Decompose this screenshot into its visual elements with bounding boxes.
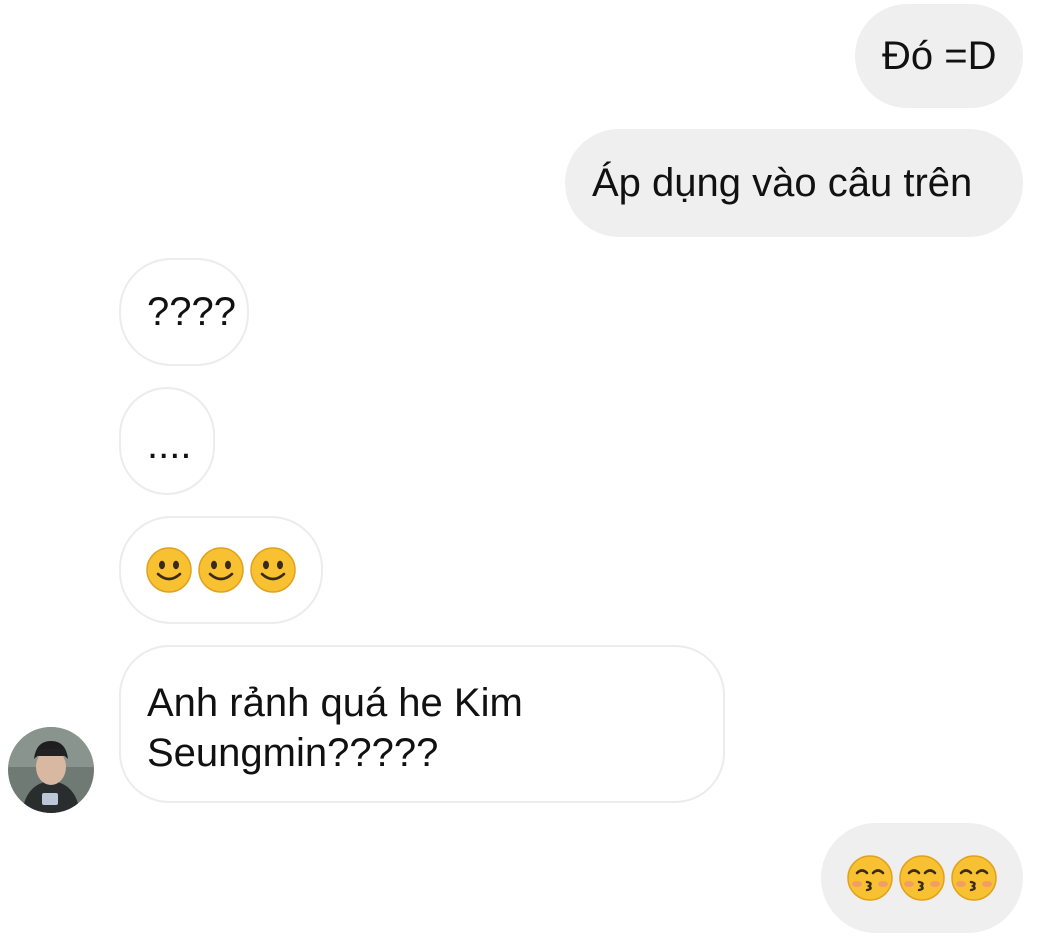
message-text: .... [147, 423, 192, 467]
message-text: Đó =D [882, 34, 997, 78]
message-bubble-sent[interactable]: Áp dụng vào câu trên [565, 129, 1023, 237]
kissing-face-with-smiling-eyes-icon [847, 855, 893, 901]
message-text: ???? [147, 290, 236, 334]
slightly-smiling-face-icon [198, 547, 244, 593]
avatar-image [8, 727, 94, 813]
contact-avatar[interactable] [8, 727, 94, 813]
slightly-smiling-face-icon [146, 547, 192, 593]
slightly-smiling-face-icon [250, 547, 296, 593]
message-text: Áp dụng vào câu trên [592, 161, 973, 205]
kissing-face-with-smiling-eyes-icon [899, 855, 945, 901]
message-text-line: Seungmin????? [147, 731, 439, 775]
message-bubble-received[interactable]: .... [119, 387, 215, 495]
message-bubble-received[interactable]: ???? [119, 258, 249, 366]
message-bubble-received-emoji[interactable] [119, 516, 323, 624]
message-bubble-sent-emoji[interactable] [821, 823, 1023, 933]
message-text-line: Anh rảnh quá he Kim [147, 681, 523, 725]
kissing-face-with-smiling-eyes-icon [951, 855, 997, 901]
message-bubble-sent[interactable]: Đó =D [855, 4, 1023, 108]
message-bubble-received[interactable]: Anh rảnh quá he Kim Seungmin????? [119, 645, 725, 803]
